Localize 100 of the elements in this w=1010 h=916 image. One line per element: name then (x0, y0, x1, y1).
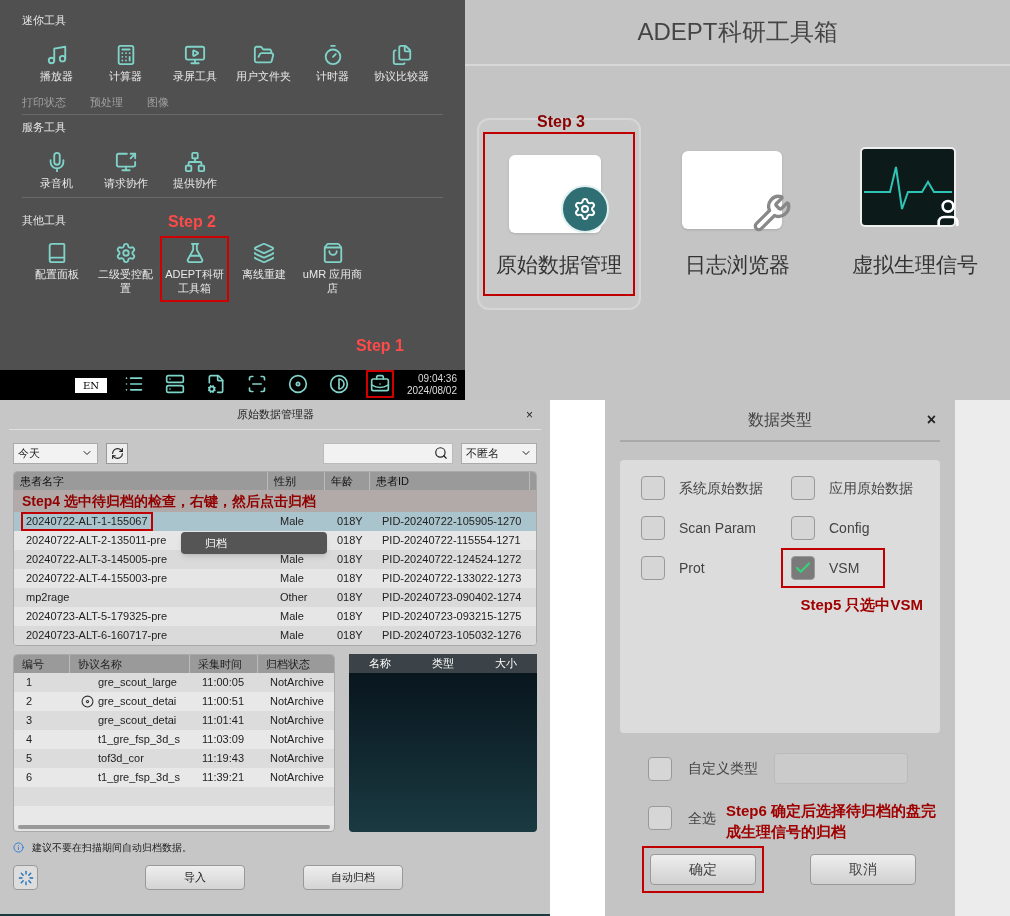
table-cell-text: 11:03:09 (202, 732, 244, 748)
table-cell-text: 1 (26, 675, 33, 691)
column-header: 采集时间 (198, 658, 242, 670)
table-cell-text: tof3d_cor (98, 751, 144, 767)
table-cell-text: NotArchive (270, 770, 324, 786)
clock-date: 2024/08/02 (406, 385, 457, 398)
checkbox[interactable] (791, 516, 815, 540)
table-cell-text: Male (280, 514, 304, 530)
option-item[interactable]: 应用原始数据 (781, 468, 923, 508)
column-header: 患者名字 (20, 475, 64, 487)
tool-button[interactable]: 用户文件夹 (229, 38, 298, 90)
table-cell-text: 018Y (337, 571, 363, 587)
table-cell-text: 018Y (337, 590, 363, 606)
tool-button[interactable]: 配置面板 (22, 236, 91, 302)
option-item[interactable]: 系统原始数据 (631, 468, 773, 508)
column-header: 归档状态 (266, 658, 310, 670)
table-cell-text: NotArchive (270, 694, 324, 710)
step-label: Step 3 (537, 112, 585, 132)
dialog-button[interactable]: 确定 (650, 854, 756, 885)
checkbox[interactable] (641, 556, 665, 580)
patient-row[interactable]: 20240723-ALT-6-160717-pre Male 018Y PID-20240723-105032-1276 (14, 626, 536, 645)
tool-button[interactable]: 协议比较器 (367, 38, 436, 90)
table-cell-text: mp2rage (26, 590, 70, 606)
checkbox[interactable] (648, 806, 672, 830)
series-row[interactable]: 2 gre_scout_detai 11:00:51 NotArchive (14, 692, 334, 711)
table-cell-text: 4 (26, 732, 33, 748)
checkbox[interactable] (641, 516, 665, 540)
documents-icon (390, 44, 413, 66)
patient-row[interactable]: mp2rage Other 018Y PID-20240723-090402-1274 (14, 588, 536, 607)
tool-button[interactable]: 二级受控配置 (91, 236, 160, 302)
scrollbar[interactable] (18, 825, 330, 829)
info-icon (13, 842, 24, 853)
checkbox[interactable] (648, 756, 672, 781)
table-cell-text: PID-20240722-133022-1273 (382, 571, 522, 587)
tool-button[interactable]: 播放器 (22, 38, 91, 90)
table-cell-text: 6 (26, 770, 33, 786)
tool-button[interactable]: 离线重建 (229, 236, 298, 302)
table-cell-text: 018Y (337, 552, 363, 568)
table-cell-text: 018Y (337, 533, 363, 549)
table-cell-text: t1_gre_fsp_3d_s (98, 770, 180, 786)
faded-label: 预处理 (90, 94, 123, 110)
patient-row[interactable]: 20240722-ALT-3-145005-pre Male 018Y PID-20240722-124524-1272 (14, 550, 536, 569)
table-cell-text: PID-20240723-105032-1276 (382, 628, 522, 644)
section-title: 迷你工具 (22, 13, 66, 28)
taskbar-button[interactable] (365, 369, 394, 398)
step-annotation-bar: Step4 选中待归档的检查，右键，然后点击归档 (14, 490, 536, 512)
app-tile[interactable]: 虚拟生理信号 (839, 132, 991, 296)
checkbox[interactable] (791, 476, 815, 500)
ring-button[interactable] (13, 865, 38, 890)
action-button[interactable]: 导入 (145, 865, 245, 890)
close-button[interactable]: × (526, 405, 533, 424)
step-label: Step 2 (168, 212, 216, 232)
table-cell-text: PID-20240722-105905-1270 (382, 514, 522, 530)
tool-button[interactable]: 计时器 (298, 38, 367, 90)
series-row[interactable]: 4 t1_gre_fsp_3d_s 11:03:09 NotArchive (14, 730, 334, 749)
column-header: 大小 (494, 656, 517, 672)
table-cell-text: PID-20240723-093215-1275 (382, 609, 522, 625)
folder-icon (252, 44, 275, 66)
series-row[interactable]: 6 t1_gre_fsp_3d_s 11:39:21 NotArchive (14, 768, 334, 787)
date-filter-dropdown[interactable]: 今天 (13, 442, 98, 464)
tool-button[interactable]: uMR 应用商店 (298, 236, 367, 302)
contrast-icon (328, 373, 349, 394)
option-item[interactable]: VSM (781, 548, 886, 588)
table-cell-text: 5 (26, 751, 33, 767)
tool-button[interactable]: 录屏工具 (160, 38, 229, 90)
language-selector[interactable]: EN (74, 377, 107, 393)
dialog-button[interactable]: 取消 (810, 854, 916, 885)
tool-button[interactable]: 请求协作 (91, 145, 160, 197)
close-button[interactable]: × (926, 408, 936, 432)
action-button[interactable]: 自动归档 (303, 865, 403, 890)
table-cell-text: Male (280, 628, 304, 644)
option-item[interactable]: Config (781, 508, 880, 548)
option-item[interactable]: Scan Param (631, 508, 767, 548)
search-field[interactable] (323, 442, 453, 464)
tool-button[interactable]: 提供协作 (160, 145, 229, 197)
app-tile[interactable]: 日志浏览器 (661, 132, 813, 296)
table-cell-text: 018Y (337, 628, 363, 644)
info-text: 建议不要在扫描期间自动归档数据。 (32, 841, 192, 855)
table-cell-text: 11:19:43 (202, 751, 244, 767)
series-row[interactable]: 3 gre_scout_detai 11:01:41 NotArchive (14, 711, 334, 730)
checkbox[interactable] (791, 556, 815, 580)
anonymize-dropdown[interactable]: 不匿名 (461, 442, 537, 464)
screen-share-icon (114, 151, 137, 174)
series-row[interactable]: 5 tof3d_cor 11:19:43 NotArchive (14, 749, 334, 768)
refresh-button[interactable] (106, 442, 128, 464)
option-item[interactable]: Prot (631, 548, 715, 588)
patient-row[interactable]: 20240722-ALT-1-155067 Male 018Y PID-20240722-105905-1270 (14, 512, 536, 531)
series-row[interactable]: 1 gre_scout_large 11:00:05 NotArchive (14, 673, 334, 692)
table-cell-text: 2 (26, 694, 33, 710)
shopping-bag-icon (321, 242, 344, 264)
tool-button[interactable]: ADEPT科研工具箱 (160, 236, 229, 302)
checkbox[interactable] (641, 476, 665, 500)
column-header: 患者ID (376, 475, 409, 487)
menu-item[interactable]: 归档 (181, 535, 327, 551)
table-cell-text: 11:00:05 (202, 675, 244, 691)
column-header: 名称 (369, 656, 392, 672)
app-tile[interactable]: 原始数据管理 (483, 132, 635, 296)
table-cell-text: Male (280, 571, 304, 587)
tool-button[interactable]: 录音机 (22, 145, 91, 197)
tool-button[interactable]: 计算器 (91, 38, 160, 90)
